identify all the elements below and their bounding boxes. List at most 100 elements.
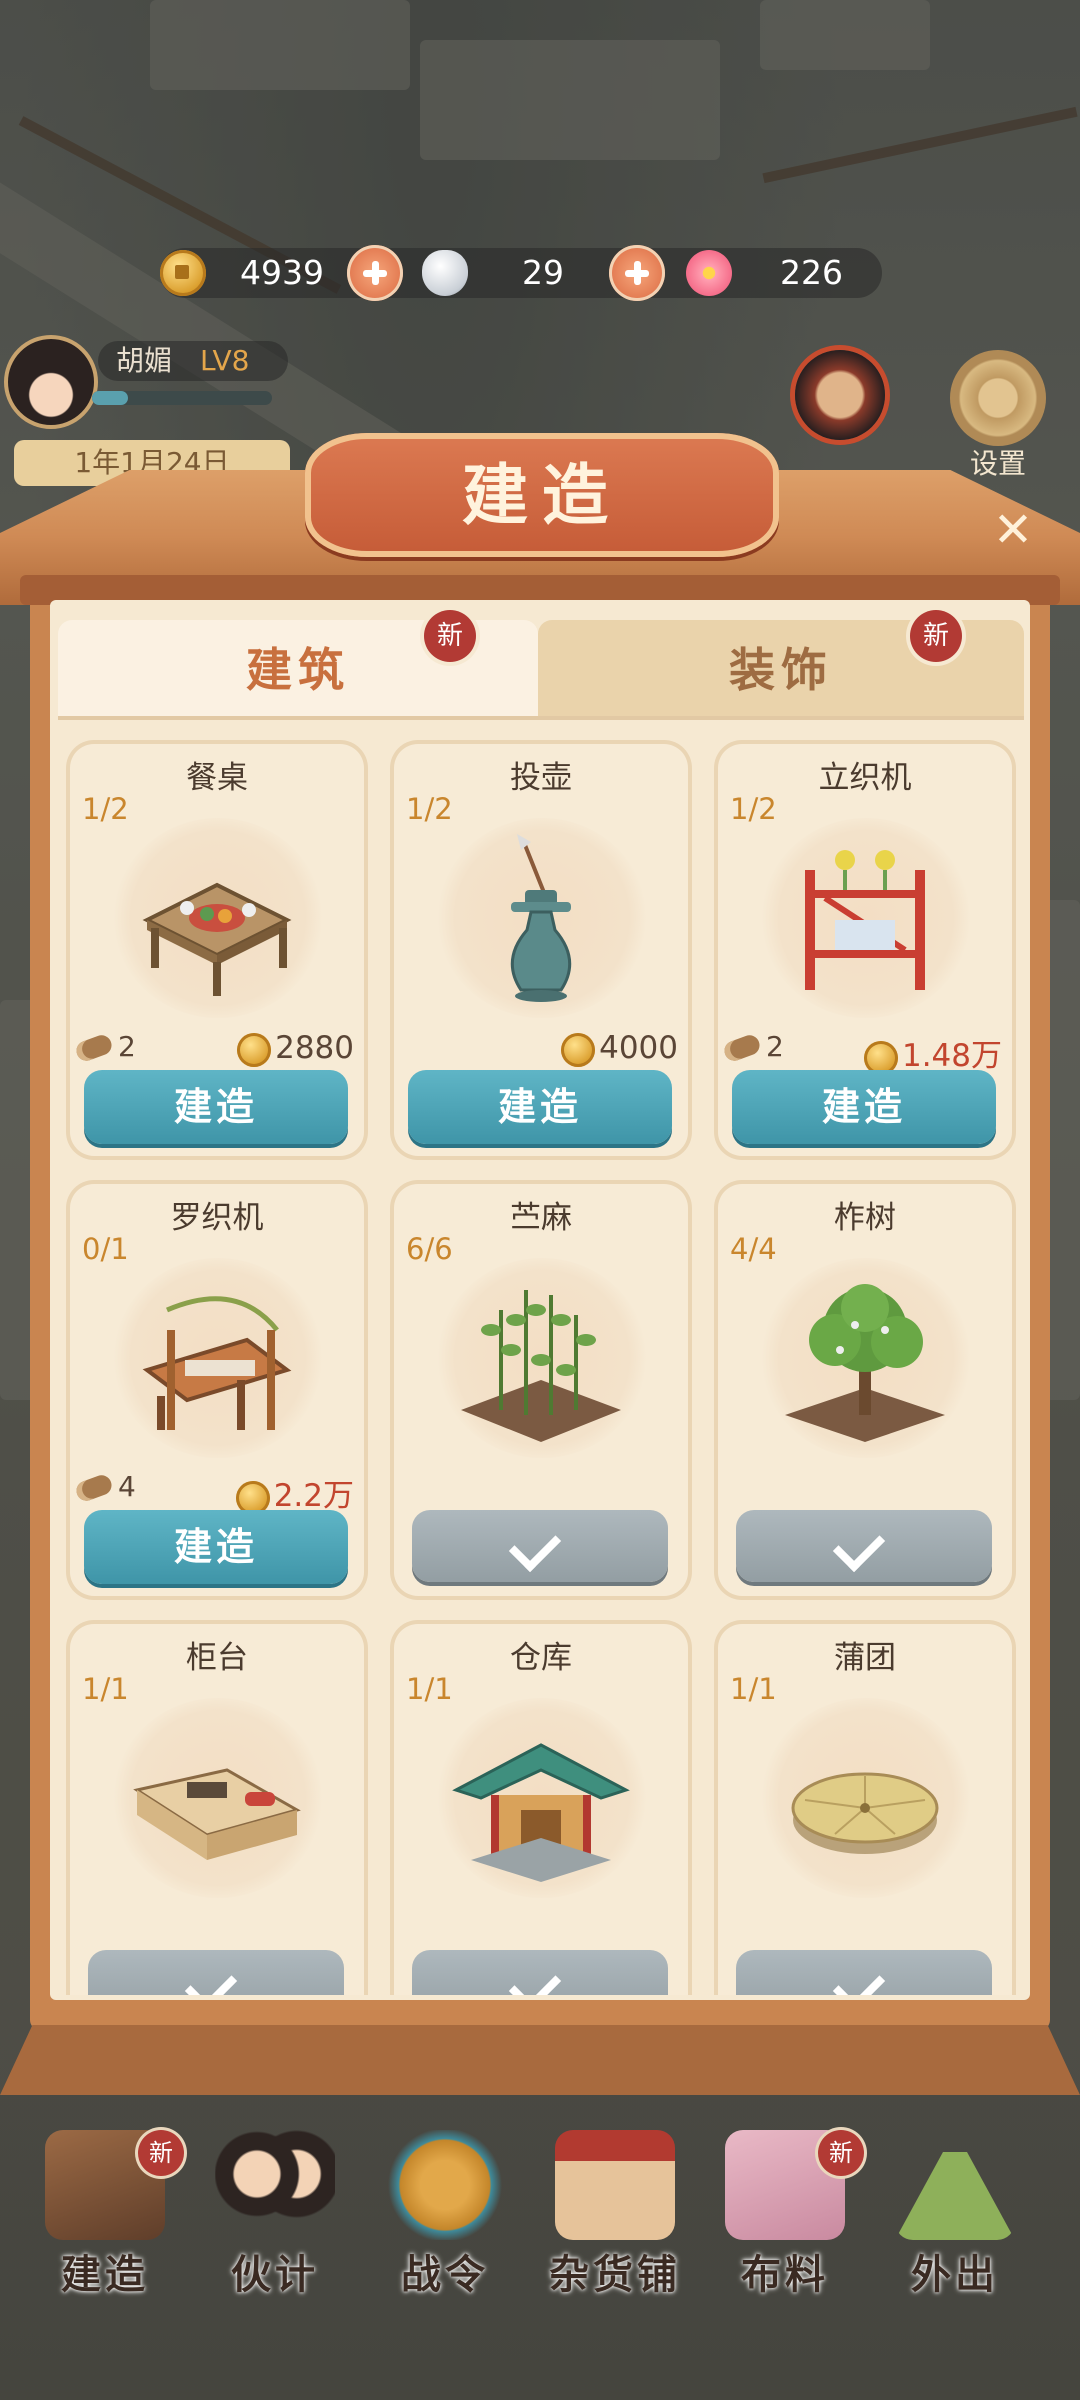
pitch-pot-vase-icon [510, 834, 572, 1002]
coin-cost: 1.48万 [863, 1030, 1002, 1075]
panel-base [0, 2025, 1080, 2095]
item-card-vertical-loom[interactable]: 立织机 1/2 2 1.48万 建造 [714, 740, 1016, 1160]
nav-build-label: 建造 [61, 2251, 149, 2298]
item-name: 餐桌 [186, 760, 248, 796]
add-silver-button[interactable] [609, 245, 665, 301]
build-button[interactable]: 建造 [84, 1070, 348, 1144]
shop-counter-icon [133, 1768, 301, 1860]
player-profile[interactable]: 胡媚 LV8 [0, 335, 292, 429]
general-store-icon [555, 2130, 675, 2240]
coin-cost-amount: 4000 [599, 1030, 678, 1066]
blossom-icon [686, 250, 732, 296]
item-count: 1/2 [730, 792, 777, 826]
nav-general-store[interactable]: 杂货铺 [530, 2130, 700, 2298]
build-button[interactable]: 建造 [732, 1070, 996, 1144]
prayer-cushion-icon [791, 1772, 939, 1854]
coin-cost: 4000 [561, 1030, 678, 1067]
coin-cost-amount: 1.48万 [901, 1038, 1002, 1074]
settings-label: 设置 [970, 447, 1027, 480]
warehouse-icon [452, 1743, 630, 1882]
add-coins-button[interactable] [347, 245, 403, 301]
item-name: 罗织机 [170, 1200, 264, 1236]
coin-cost: 2880 [237, 1030, 354, 1067]
item-count: 1/2 [82, 792, 129, 826]
event-character-icon[interactable] [795, 350, 885, 440]
oak-tree-icon [785, 1284, 945, 1442]
nav-go-out-label: 外出 [911, 2251, 999, 2298]
item-card-cushion[interactable]: 蒲团 1/1 [714, 1620, 1016, 1995]
item-card-pitch-pot[interactable]: 投壶 1/2 4000 建造 [390, 740, 692, 1160]
build-button[interactable]: 建造 [84, 1510, 348, 1584]
ramie-plant-icon [461, 1290, 621, 1442]
xp-bar [92, 391, 272, 405]
nav-staff[interactable]: 伙计 [190, 2130, 360, 2298]
item-count: 4/4 [730, 1232, 777, 1266]
item-count: 1/1 [406, 1672, 453, 1706]
wood-amount: 4 [118, 1470, 136, 1503]
item-name: 柜台 [186, 1640, 248, 1676]
tab-decorations-new-badge: 新 [910, 610, 962, 662]
player-name-plate: 胡媚 LV8 [98, 341, 288, 381]
item-card-ramie[interactable]: 苎麻 6/6 [390, 1180, 692, 1600]
coin-icon [237, 1032, 272, 1067]
player-level: LV8 [200, 344, 250, 377]
coin-amount: 4939 [240, 253, 324, 292]
gauze-loom-icon [142, 1296, 292, 1430]
item-count: 1/1 [82, 1672, 129, 1706]
nav-fabrics-new-badge: 新 [818, 2130, 864, 2176]
item-card-oak-tree[interactable]: 柞树 4/4 [714, 1180, 1016, 1600]
gear-icon [950, 350, 1046, 446]
coin-cost-amount: 2.2万 [273, 1478, 354, 1514]
wood-cost: 4 [73, 1470, 136, 1504]
vertical-loom-icon [805, 850, 925, 990]
settings-button[interactable]: 设置 [940, 350, 1060, 480]
item-name: 立织机 [818, 760, 912, 796]
item-name: 柞树 [834, 1200, 896, 1236]
wood-log-icon [721, 1032, 763, 1064]
wood-amount: 2 [766, 1030, 784, 1063]
wood-cost: 2 [721, 1030, 784, 1064]
wood-amount: 2 [118, 1030, 136, 1063]
built-checkmark-button[interactable] [736, 1510, 992, 1582]
nav-build[interactable]: 新 建造 [20, 2130, 190, 2298]
item-count: 6/6 [406, 1232, 453, 1266]
nav-go-out[interactable]: 外出 [870, 2130, 1040, 2298]
panel-title-plaque: 建造 [305, 433, 779, 557]
item-grid: 餐桌 1/2 2 2880 建造 投壶 1/2 4000 建造 立织机 1/2 … [58, 735, 1024, 1995]
item-name: 仓库 [510, 1640, 572, 1676]
item-name: 苎麻 [510, 1200, 572, 1236]
staff-icon [215, 2130, 335, 2240]
item-card-warehouse[interactable]: 仓库 1/1 [390, 1620, 692, 1995]
close-icon[interactable]: ✕ [988, 505, 1038, 555]
coin-icon [160, 250, 206, 296]
item-count: 1/2 [406, 792, 453, 826]
built-checkmark-button[interactable] [412, 1950, 668, 1995]
build-button[interactable]: 建造 [408, 1070, 672, 1144]
item-name: 蒲团 [834, 1640, 896, 1676]
item-name: 投壶 [510, 760, 572, 796]
nav-battle-pass[interactable]: 战令 [360, 2130, 530, 2298]
silver-ingot-icon [422, 250, 468, 296]
tab-buildings-new-badge: 新 [424, 610, 476, 662]
wood-log-icon [73, 1032, 115, 1064]
avatar[interactable] [4, 335, 98, 429]
built-checkmark-button[interactable] [412, 1510, 668, 1582]
player-name: 胡媚 [116, 344, 173, 377]
battle-pass-icon [385, 2130, 505, 2240]
silver-amount: 29 [522, 253, 564, 292]
coin-icon [561, 1032, 596, 1067]
built-checkmark-button[interactable] [88, 1950, 344, 1995]
nav-fabrics-label: 布料 [741, 2251, 829, 2298]
wood-cost: 2 [73, 1030, 136, 1064]
blossom-amount: 226 [780, 253, 843, 292]
item-card-dining-table[interactable]: 餐桌 1/2 2 2880 建造 [66, 740, 368, 1160]
mountain-icon [895, 2130, 1015, 2240]
nav-build-new-badge: 新 [138, 2130, 184, 2176]
panel-title: 建造 [462, 456, 622, 534]
built-checkmark-button[interactable] [736, 1950, 992, 1995]
item-card-counter[interactable]: 柜台 1/1 [66, 1620, 368, 1995]
item-card-gauze-loom[interactable]: 罗织机 0/1 4 2.2万 建造 [66, 1180, 368, 1600]
nav-fabrics[interactable]: 新 布料 [700, 2130, 870, 2298]
dining-table-icon [142, 882, 292, 996]
coin-cost-amount: 2880 [275, 1030, 354, 1066]
